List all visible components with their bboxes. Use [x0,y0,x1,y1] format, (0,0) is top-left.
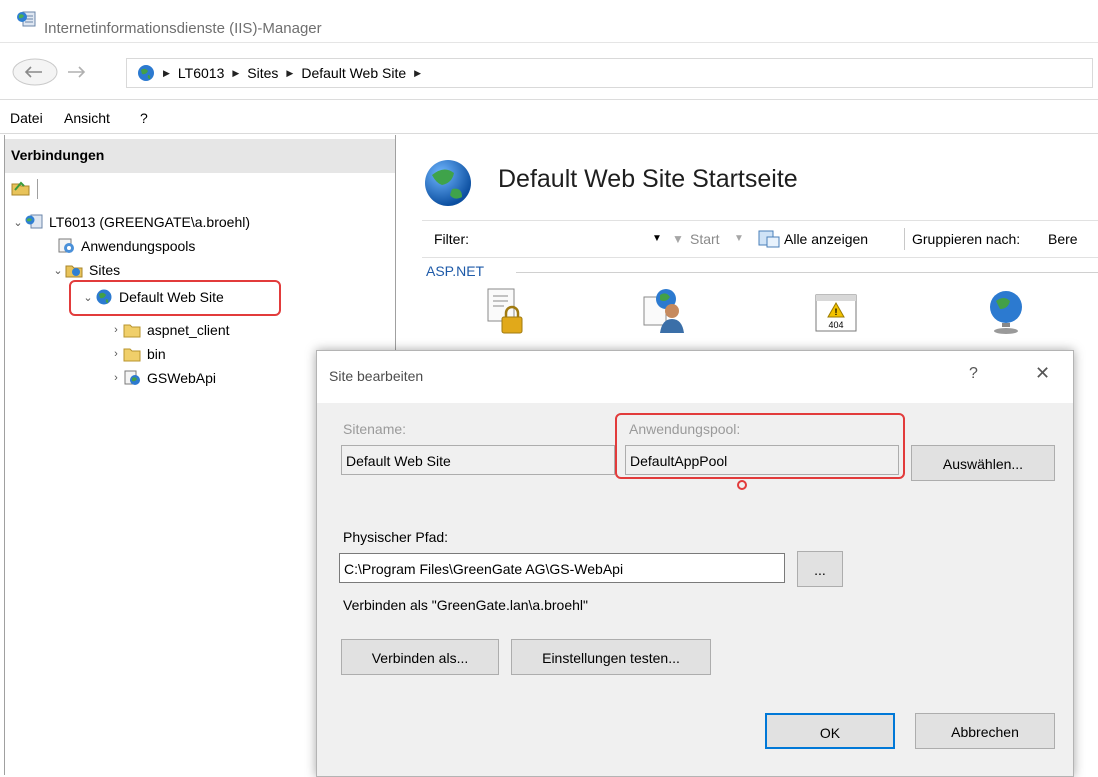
close-icon[interactable]: ✕ [1035,363,1050,384]
tree-aspnet-client[interactable]: › aspnet_client [109,319,230,341]
toolbar-divider [37,179,38,199]
select-app-pool-button[interactable]: Auswählen... [911,445,1055,481]
physical-path-input[interactable]: C:\Program Files\GreenGate AG\GS-WebApi [339,553,785,583]
address-field[interactable]: ▶ LT6013 ▶ Sites ▶ Default Web Site ▶ [126,58,1093,88]
globe-icon [425,160,471,206]
sites-folder-icon [65,265,83,278]
tree-bin[interactable]: › bin [109,343,166,365]
menu-help[interactable]: ? [140,110,148,126]
window-title: Internetinformationsdienste (IIS)-Manage… [44,20,322,37]
menu-ansicht[interactable]: Ansicht [64,110,110,126]
chevron-down-icon[interactable]: ⌄ [51,264,65,277]
tree-sites[interactable]: ⌄ Sites [51,259,120,281]
lock-doc-icon[interactable] [484,287,528,335]
connections-header: Verbindungen [5,139,395,173]
connections-toolbar [5,175,395,203]
chevron-right-icon[interactable]: › [109,324,123,336]
cancel-button[interactable]: Abbrechen [915,713,1055,749]
user-doc-icon[interactable] [640,287,688,335]
filter-dropdown-icon[interactable]: ▼ [652,233,662,244]
filter-bar: Filter: ▼ ▼ Start ▼ Alle anzeigen Gruppi… [422,220,1098,258]
connect-icon[interactable] [11,179,31,197]
physical-path-label: Physischer Pfad: [343,529,449,545]
connect-as-info: Verbinden als "GreenGate.lan\a.broehl" [343,597,588,613]
tree-bin-label: bin [147,346,166,362]
folder-icon [123,348,141,362]
filter-label: Filter: [434,231,469,247]
iis-app-icon [17,11,36,27]
help-button[interactable]: ? [969,365,978,383]
section-divider [516,272,1098,273]
chevron-right-icon[interactable]: › [109,372,123,384]
ok-button[interactable]: OK [765,713,895,749]
group-by-label: Gruppieren nach: [912,231,1021,247]
breadcrumb-item[interactable]: Default Web Site [301,65,406,81]
error-404-icon[interactable]: ! 404 [814,293,858,333]
app-pool-icon [58,238,74,253]
web-app-icon [124,370,140,385]
breadcrumb: ▶ LT6013 ▶ Sites ▶ Default Web Site ▶ [137,64,429,82]
globe-icon[interactable] [984,287,1028,335]
chevron-right-icon[interactable]: ▶ [414,68,421,79]
highlight-default-web-site [69,280,281,316]
site-name-field: Default Web Site [341,445,615,475]
breadcrumb-item[interactable]: LT6013 [178,65,224,81]
filter-input[interactable] [488,226,668,252]
back-icon[interactable] [12,57,58,87]
highlight-marker [737,480,747,490]
chevron-right-icon: ▶ [232,67,240,78]
chevron-right-icon: ▶ [163,67,170,78]
connect-as-button[interactable]: Verbinden als... [341,639,499,675]
test-settings-button[interactable]: Einstellungen testen... [511,639,711,675]
start-button[interactable]: Start [690,231,720,247]
menu-bar: Datei Ansicht ? [0,101,1098,134]
server-icon [25,214,43,229]
section-aspnet: ASP.NET [426,263,485,279]
chevron-down-icon[interactable]: ⌄ [11,216,25,229]
tree-server[interactable]: ⌄ LT6013 (GREENGATE\a.broehl) [11,211,250,233]
dialog-title-bar: Site bearbeiten ? ✕ [317,351,1073,403]
browse-button[interactable]: ... [797,551,843,587]
toolbar-divider [904,228,905,250]
start-dropdown-icon[interactable]: ▼ [734,233,744,244]
breadcrumb-item[interactable]: Sites [247,65,278,81]
chevron-right-icon: ▶ [286,67,294,78]
tree-gswebapi-label: GSWebApi [147,370,216,386]
menu-datei[interactable]: Datei [10,110,43,126]
show-all-icon [758,230,780,248]
folder-icon [123,324,141,338]
tree-app-pools-label: Anwendungspools [81,238,196,254]
tree-app-pools[interactable]: Anwendungspools [57,235,195,257]
show-all-button[interactable]: Alle anzeigen [784,231,868,247]
connections-title: Verbindungen [11,147,105,163]
highlight-app-pool [615,413,905,479]
globe-icon [138,65,154,81]
dialog-title: Site bearbeiten [329,368,424,384]
error-404-label: 404 [828,320,843,330]
page-title: Default Web Site Startseite [498,165,798,193]
forward-icon[interactable] [58,57,98,87]
group-by-select[interactable]: Bere [1048,231,1078,247]
title-bar: Internetinformationsdienste (IIS)-Manage… [0,0,1098,40]
address-bar: ▶ LT6013 ▶ Sites ▶ Default Web Site ▶ [0,42,1098,100]
funnel-icon: ▼ [672,232,684,246]
tree-gswebapi[interactable]: › GSWebApi [109,367,216,389]
tree-server-label: LT6013 (GREENGATE\a.broehl) [49,214,251,230]
edit-site-dialog: Site bearbeiten ? ✕ Sitename: Default We… [316,350,1074,777]
error-exclaim: ! [835,307,838,317]
tree-sites-label: Sites [89,262,121,278]
site-name-label: Sitename: [343,421,407,437]
chevron-right-icon[interactable]: › [109,348,123,360]
tree-aspnet-client-label: aspnet_client [147,322,230,338]
